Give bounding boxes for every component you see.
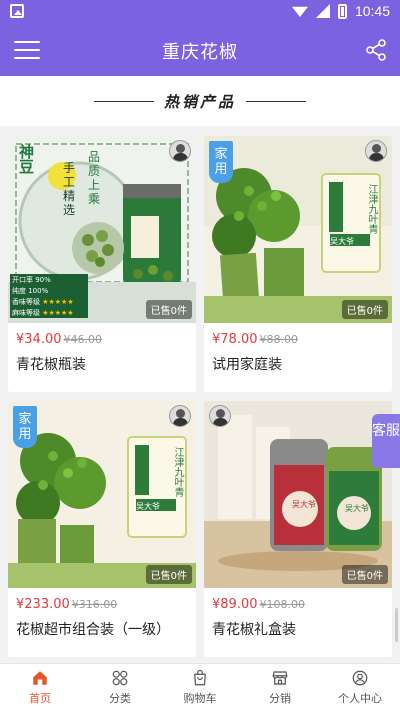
share-icon[interactable] — [364, 38, 388, 62]
bottom-tab-bar: 首页 分类 购物车 分销 个人中心 — [0, 663, 400, 711]
main-content[interactable]: 热销产品 神豆 手工精选 品质上乘 开口率 90% 纯度 100% 香味等级 ★… — [0, 76, 400, 663]
status-icons: 10:45 — [291, 3, 390, 19]
cart-icon — [194, 669, 206, 686]
gallery-notification-icon — [10, 4, 24, 18]
wifi-icon — [291, 6, 308, 17]
user-icon — [352, 670, 368, 686]
scrollbar[interactable] — [395, 608, 398, 642]
product-name[interactable]: 花椒超市组合装（一级） — [16, 619, 170, 639]
signal-icon — [315, 4, 330, 18]
original-price: ¥46.00 — [63, 333, 103, 346]
status-time: 10:45 — [354, 3, 390, 19]
product-image[interactable]: 吴大爷 吴大爷 已售0件 — [204, 401, 392, 588]
tab-label: 分类 — [109, 692, 131, 705]
seller-avatar — [365, 140, 387, 162]
home-use-badge: 家用 — [209, 141, 233, 183]
seller-avatar — [209, 405, 231, 427]
package-label: 吴大爷 — [136, 502, 160, 511]
sold-count: 已售0件 — [145, 300, 192, 319]
home-use-badge: 家用 — [13, 406, 37, 448]
spec-item: 香味等级 — [12, 298, 40, 306]
original-price: ¥108.00 — [259, 598, 306, 611]
product-price: ¥78.00 — [212, 332, 258, 347]
original-price: ¥88.00 — [259, 333, 299, 346]
product-card[interactable]: 家用 江津九叶青 吴大爷 已售0件 ¥233.00 ¥316.00 花椒超市组合装… — [8, 401, 196, 657]
status-bar: 10:45 — [0, 0, 400, 24]
price-row: ¥34.00 ¥46.00 — [16, 332, 102, 347]
section-header: 热销产品 — [0, 76, 400, 126]
product-name[interactable]: 青花椒瓶装 — [16, 354, 86, 374]
tab-distribution[interactable]: 分销 — [240, 664, 320, 711]
tab-label: 个人中心 — [338, 692, 382, 705]
product-card[interactable]: 家用 江津九叶青 吴大爷 已售0件 ¥78.00 ¥88.00 试用家庭装 — [204, 136, 392, 392]
tab-profile[interactable]: 个人中心 — [320, 664, 400, 711]
package-label: 江津九叶青 — [172, 447, 183, 497]
product-name[interactable]: 青花椒礼盒装 — [212, 619, 296, 639]
tab-category[interactable]: 分类 — [80, 664, 160, 711]
app-bar: 重庆花椒 — [0, 24, 400, 76]
product-image[interactable]: 家用 江津九叶青 吴大爷 已售0件 — [8, 401, 196, 588]
original-price: ¥316.00 — [71, 598, 118, 611]
sold-count: 已售0件 — [341, 300, 388, 319]
spec-item: 纯度 100% — [12, 287, 49, 295]
app-title: 重庆花椒 — [162, 42, 238, 63]
seller-avatar — [169, 405, 191, 427]
product-price: ¥89.00 — [212, 597, 258, 612]
customer-service-button[interactable]: 客服 — [372, 414, 400, 468]
package-label: 吴大爷 — [345, 504, 369, 513]
price-row: ¥78.00 ¥88.00 — [212, 332, 298, 347]
price-row: ¥233.00 ¥316.00 — [16, 597, 117, 612]
package-label: 江津九叶青 — [366, 184, 377, 234]
divider-left — [93, 100, 154, 102]
tab-home[interactable]: 首页 — [0, 664, 80, 711]
battery-icon — [337, 3, 347, 19]
star-rating: ★★★★★ — [42, 298, 74, 306]
package-label: 吴大爷 — [292, 500, 316, 509]
tab-label: 分销 — [269, 692, 291, 705]
product-image[interactable]: 神豆 手工精选 品质上乘 开口率 90% 纯度 100% 香味等级 ★★★★★ … — [8, 136, 196, 323]
seller-avatar — [169, 140, 191, 162]
home-icon — [33, 671, 47, 685]
section-title: 热销产品 — [163, 92, 236, 111]
sold-count: 已售0件 — [341, 565, 388, 584]
package-label: 吴大爷 — [330, 237, 354, 246]
product-tagline: 品质上乘 — [88, 150, 101, 206]
spec-list: 开口率 90% 纯度 100% 香味等级 ★★★★★ 麻味等级 ★★★★★ — [12, 275, 86, 319]
product-tagline: 手工精选 — [63, 161, 76, 217]
spec-item: 麻味等级 — [12, 309, 40, 317]
price-row: ¥89.00 ¥108.00 — [212, 597, 305, 612]
spec-item: 开口率 90% — [12, 276, 51, 284]
product-price: ¥34.00 — [16, 332, 62, 347]
product-price: ¥233.00 — [16, 597, 70, 612]
category-icon — [112, 670, 128, 686]
product-card[interactable]: 吴大爷 吴大爷 已售0件 ¥89.00 ¥108.00 青花椒礼盒装 — [204, 401, 392, 657]
shop-icon — [272, 671, 288, 685]
divider-right — [246, 100, 306, 102]
sold-count: 已售0件 — [145, 565, 192, 584]
product-name[interactable]: 试用家庭装 — [212, 354, 282, 374]
tab-cart[interactable]: 购物车 — [160, 664, 240, 711]
product-card[interactable]: 神豆 手工精选 品质上乘 开口率 90% 纯度 100% 香味等级 ★★★★★ … — [8, 136, 196, 392]
product-image[interactable]: 家用 江津九叶青 吴大爷 已售0件 — [204, 136, 392, 323]
tab-label: 购物车 — [183, 692, 217, 705]
star-rating: ★★★★★ — [42, 309, 74, 317]
brand-logo: 神豆 — [17, 144, 35, 174]
tab-label: 首页 — [29, 692, 51, 705]
